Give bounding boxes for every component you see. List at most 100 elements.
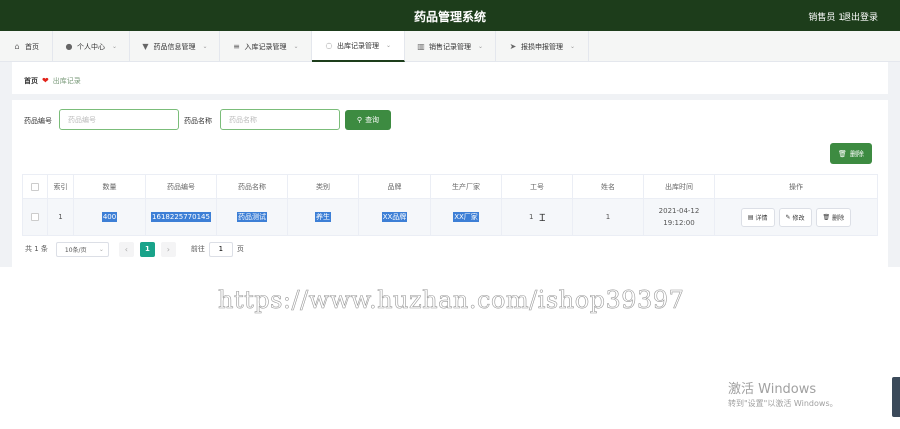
- search-icon: ⚲: [356, 116, 363, 124]
- windows-activation-hint: 转到"设置"以激活 Windows。: [728, 399, 838, 408]
- row-delete-label: 删除: [832, 214, 845, 222]
- row-delete-button[interactable]: 🗑 删除: [815, 207, 852, 227]
- detail-button-label: 详情: [755, 214, 768, 222]
- cell-brand: XX品牌: [359, 199, 431, 235]
- column-header: 索引: [48, 175, 74, 198]
- drug-name-value: 药品测试: [237, 212, 267, 222]
- nav-item-home[interactable]: ⌂ 首页: [0, 31, 53, 62]
- row-select-cell: [23, 199, 48, 235]
- query-button-label: 查询: [365, 116, 380, 124]
- drug-code-input[interactable]: [59, 109, 179, 130]
- bulb-icon: ◌: [325, 40, 333, 50]
- logout-link[interactable]: 退出登录: [842, 10, 878, 23]
- prev-page-button[interactable]: ‹: [118, 241, 134, 257]
- nav-item-profile[interactable]: ● 个人中心 ⌄: [53, 31, 130, 62]
- column-header: 姓名: [573, 175, 644, 198]
- category-value: 养生: [315, 212, 331, 222]
- nav-item-loss-report[interactable]: ➤ 报损申报管理 ⌄: [496, 31, 589, 62]
- trash-icon: 🗑: [822, 213, 831, 221]
- cell-quantity: 400: [74, 199, 146, 235]
- goto-label: 前往: [190, 245, 205, 253]
- drug-name-input[interactable]: [220, 109, 340, 130]
- page-unit-label: 页: [236, 245, 244, 253]
- text-cursor-icon: Ɪ: [539, 213, 546, 224]
- column-header: 类别: [288, 175, 359, 198]
- nav-label: 首页: [25, 42, 39, 51]
- nav-label: 出库记录管理: [336, 41, 379, 50]
- column-header: 药品名称: [217, 175, 288, 198]
- header-select-all: [23, 175, 48, 198]
- trash-icon: 🗑: [838, 149, 847, 158]
- chevron-down-icon: ⌄: [111, 43, 118, 50]
- cell-drug-code: 1618225770145: [146, 199, 217, 235]
- chevron-down-icon: ⌄: [202, 43, 208, 50]
- nav-item-sales[interactable]: ▥ 销售记录管理 ⌄: [405, 31, 496, 62]
- list-icon: ≡: [233, 41, 240, 51]
- home-icon: ⌂: [14, 41, 20, 51]
- row-checkbox[interactable]: [31, 213, 39, 221]
- chevron-down-icon: ⌄: [477, 43, 484, 50]
- page-background: [888, 62, 900, 267]
- drug-name-label: 药品名称: [184, 117, 212, 125]
- nav-item-stock-in[interactable]: ≡ 入库记录管理 ⌄: [220, 31, 312, 62]
- page-size-value: 10条/页: [64, 246, 87, 254]
- current-user: 销售员 1: [808, 13, 844, 23]
- cell-out-time: 2021-04-12 19:12:00: [644, 199, 715, 235]
- column-header: 工号: [502, 175, 573, 198]
- query-button[interactable]: ⚲ 查询: [345, 110, 391, 130]
- brand-value: XX品牌: [381, 212, 408, 222]
- column-header: 数量: [74, 175, 146, 198]
- windows-activation-title: 激活 Windows: [728, 382, 817, 397]
- breadcrumb-home[interactable]: 首页: [24, 76, 38, 86]
- user-icon: ●: [65, 41, 73, 51]
- breadcrumb-current: 出库记录: [52, 76, 81, 85]
- main-nav: ⌂ 首页 ● 个人中心 ⌄ ▼ 药品信息管理 ⌄ ≡ 入库记录管理 ⌄ ◌ 出库…: [0, 31, 900, 62]
- page-background: [0, 62, 12, 267]
- heart-icon: ❤: [42, 76, 49, 85]
- select-all-checkbox[interactable]: [31, 182, 39, 191]
- section-divider: [0, 94, 900, 100]
- chart-icon: ▥: [417, 41, 425, 51]
- breadcrumb: 首页 ❤ 出库记录: [12, 67, 888, 94]
- detail-button[interactable]: ▤ 详情: [740, 207, 775, 227]
- cell-actions: ▤ 详情 ✎ 修改 🗑 删除: [715, 199, 877, 235]
- chevron-down-icon: ⌄: [385, 42, 392, 49]
- pagination: 共 1 条 10条/页 ⌄ ‹ 1 › 前往 页: [25, 241, 244, 257]
- cell-drug-name: 药品测试: [217, 199, 288, 235]
- cell-manufacturer: XX厂家: [431, 199, 502, 235]
- chevron-down-icon: ⌄: [293, 43, 299, 50]
- table-row[interactable]: 1 400 1618225770145 药品测试 养生 XX品牌 XX厂家 1 …: [23, 199, 877, 235]
- column-header: 品牌: [359, 175, 431, 198]
- staff-no-value: 1: [528, 213, 534, 221]
- document-icon: ▤: [747, 213, 754, 221]
- side-widget-tab[interactable]: [892, 377, 900, 417]
- page-number-current[interactable]: 1: [139, 241, 155, 257]
- cell-category: 养生: [288, 199, 359, 235]
- nav-label: 入库记录管理: [244, 42, 287, 51]
- edit-icon: ✎: [785, 213, 791, 221]
- cell-staff-name: 1: [573, 199, 644, 235]
- nav-item-stock-out[interactable]: ◌ 出库记录管理 ⌄: [312, 31, 405, 62]
- app-title: 药品管理系统: [413, 10, 486, 24]
- manufacturer-value: XX厂家: [453, 212, 479, 222]
- nav-item-drug-info[interactable]: ▼ 药品信息管理 ⌄: [130, 31, 220, 62]
- delete-button-label: 删除: [849, 149, 864, 158]
- column-header: 药品编号: [146, 175, 217, 198]
- top-header: 药品管理系统 销售员 1 退出登录: [0, 0, 900, 31]
- column-header: 生产厂家: [431, 175, 502, 198]
- nav-label: 药品信息管理: [153, 42, 196, 51]
- total-count: 共 1 条: [25, 245, 48, 253]
- next-page-button[interactable]: ›: [160, 241, 176, 257]
- batch-delete-button[interactable]: 🗑 删除: [830, 143, 872, 164]
- goto-page-input[interactable]: [208, 241, 233, 257]
- chevron-down-icon: ⌄: [98, 245, 104, 253]
- url-watermark: https://www.huzhan.com/ishop39397: [218, 286, 685, 315]
- cell-staff-no: 1 Ɪ: [502, 199, 573, 235]
- send-icon: ➤: [509, 41, 517, 51]
- column-header: 出库时间: [644, 175, 715, 198]
- page-size-select[interactable]: 10条/页 ⌄: [55, 241, 109, 257]
- quantity-value: 400: [101, 212, 118, 222]
- drug-code-value: 1618225770145: [151, 212, 211, 222]
- edit-button[interactable]: ✎ 修改: [778, 207, 812, 227]
- chevron-down-icon: ⌄: [569, 43, 576, 50]
